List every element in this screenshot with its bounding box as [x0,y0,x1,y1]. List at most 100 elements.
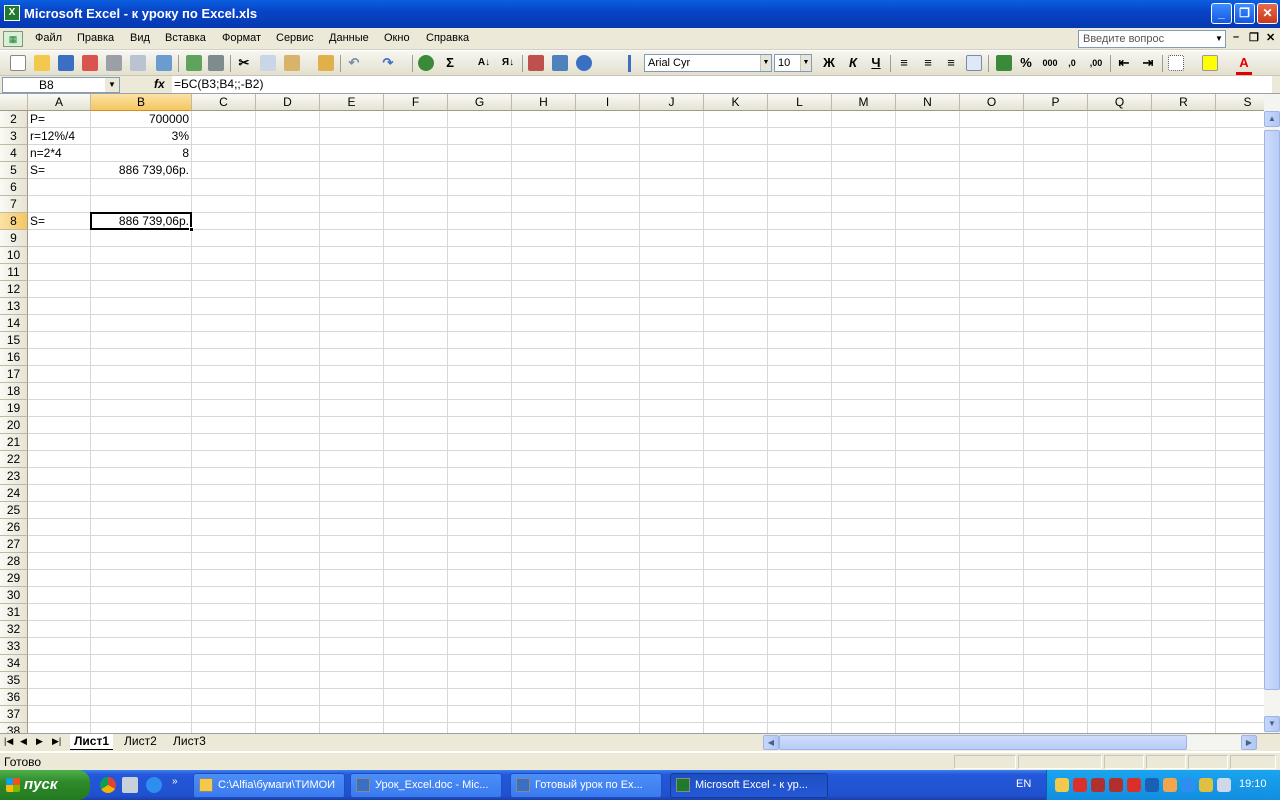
cell-a5[interactable]: S= [28,162,91,179]
language-indicator[interactable]: EN [1016,778,1031,790]
row-header-7[interactable]: 7 [0,196,28,213]
percent-button[interactable]: % [1018,54,1034,72]
chevron-down-icon[interactable]: ▼ [105,78,119,92]
workbook-icon[interactable]: ▦ [3,31,23,47]
row-header-14[interactable]: 14 [0,315,28,332]
row-header-8[interactable]: 8 [0,213,28,230]
row-header-15[interactable]: 15 [0,332,28,349]
paste-icon[interactable] [284,55,300,71]
currency-icon[interactable] [996,55,1012,71]
borders-icon[interactable] [1168,55,1184,71]
decrease-decimal-icon[interactable]: ,00 [1088,54,1104,72]
menu-tools[interactable]: Сервис [276,32,314,44]
cell-b5[interactable]: 886 739,06р. [91,162,192,179]
bold-button[interactable]: Ж [821,54,837,72]
row-header-22[interactable]: 22 [0,451,28,468]
column-header-j[interactable]: J [640,94,704,111]
chart-wizard-icon[interactable] [528,55,544,71]
next-sheet-icon[interactable]: ▶ [36,736,43,747]
decrease-indent-icon[interactable]: ⇤ [1116,54,1132,72]
minimize-button[interactable]: _ [1211,3,1232,24]
taskbar-button-excel[interactable]: Microsoft Excel - к ур... [670,773,828,798]
excel-icon[interactable]: X [4,5,20,21]
fill-color-icon[interactable] [1202,55,1218,71]
row-header-38[interactable]: 38 [0,723,28,733]
cell-b3[interactable]: 3% [91,128,192,145]
scroll-right-icon[interactable]: ▶ [1241,735,1257,750]
taskbar-button-word-1[interactable]: Урок_Excel.doc - Mic... [350,773,502,798]
horizontal-scrollbar[interactable]: ◀ ▶ [763,735,1257,750]
close-button[interactable]: ✕ [1257,3,1278,24]
cell-a3[interactable]: r=12%/4 [28,128,91,145]
font-color-icon[interactable]: A [1236,54,1252,75]
scroll-up-icon[interactable]: ▲ [1264,111,1280,127]
research-book-icon[interactable] [208,55,224,71]
tray-app-icon[interactable] [1127,778,1141,792]
show-desktop-icon[interactable] [122,777,138,793]
menu-edit[interactable]: Правка [77,32,114,44]
cell-a8[interactable]: S= [28,213,91,230]
column-header-c[interactable]: C [192,94,256,111]
row-header-30[interactable]: 30 [0,587,28,604]
column-header-d[interactable]: D [256,94,320,111]
formula-input[interactable]: =БС(B3;B4;;-B2) [172,76,1272,93]
copy-icon[interactable] [260,55,276,71]
column-header-e[interactable]: E [320,94,384,111]
chevron-down-icon[interactable]: ▼ [1213,31,1225,47]
row-header-35[interactable]: 35 [0,672,28,689]
row-header-34[interactable]: 34 [0,655,28,672]
column-header-p[interactable]: P [1024,94,1088,111]
thousands-button[interactable]: 000 [1040,54,1060,72]
row-header-32[interactable]: 32 [0,621,28,638]
increase-decimal-icon[interactable]: ,0 [1064,54,1080,72]
row-header-2[interactable]: 2 [0,111,28,128]
row-header-26[interactable]: 26 [0,519,28,536]
vertical-scrollbar[interactable]: ▲ ▼ [1264,94,1280,733]
network-icon[interactable] [1091,778,1105,792]
column-header-h[interactable]: H [512,94,576,111]
font-size-combo[interactable]: 10 ▼ [774,54,812,72]
chevron-down-icon[interactable]: ▼ [760,55,771,71]
row-header-17[interactable]: 17 [0,366,28,383]
tray-app-icon[interactable] [1163,778,1177,792]
quicklaunch-more-icon[interactable]: » [172,776,178,787]
column-header-q[interactable]: Q [1088,94,1152,111]
sheet-tab-2[interactable]: Лист2 [120,734,161,750]
vertical-scroll-thumb[interactable] [1264,130,1280,690]
row-header-21[interactable]: 21 [0,434,28,451]
row-header-9[interactable]: 9 [0,230,28,247]
horizontal-scroll-thumb[interactable] [779,735,1187,750]
column-header-k[interactable]: K [704,94,768,111]
drawing-icon[interactable] [552,55,568,71]
doc-restore-button[interactable]: ❐ [1249,31,1259,44]
menu-window[interactable]: Окно [384,32,410,44]
antivirus-icon[interactable] [1073,778,1087,792]
permission-icon[interactable] [82,55,98,71]
doc-minimize-button[interactable]: – [1233,31,1239,43]
column-header-f[interactable]: F [384,94,448,111]
row-header-16[interactable]: 16 [0,349,28,366]
column-header-r[interactable]: R [1152,94,1216,111]
chevron-down-icon[interactable]: ▼ [800,55,811,71]
fill-handle[interactable] [189,227,194,232]
column-header-o[interactable]: O [960,94,1024,111]
new-icon[interactable] [10,55,26,71]
clock[interactable]: 19:10 [1239,778,1267,790]
menu-view[interactable]: Вид [130,32,150,44]
sort-descending-icon[interactable]: Я↓ [500,54,516,72]
research-icon[interactable] [156,55,172,71]
merge-center-icon[interactable] [966,55,982,71]
insert-function-button[interactable]: fx [154,77,165,91]
internet-explorer-icon[interactable] [146,777,162,793]
row-header-24[interactable]: 24 [0,485,28,502]
spelling-icon[interactable] [186,55,202,71]
row-header-13[interactable]: 13 [0,298,28,315]
help-icon[interactable] [576,55,592,71]
row-header-20[interactable]: 20 [0,417,28,434]
font-name-combo[interactable]: Arial Cyr ▼ [644,54,772,72]
row-header-12[interactable]: 12 [0,281,28,298]
column-header-m[interactable]: M [832,94,896,111]
column-header-n[interactable]: N [896,94,960,111]
column-header-b[interactable]: B [91,94,192,111]
prev-sheet-icon[interactable]: ◀ [20,736,27,747]
